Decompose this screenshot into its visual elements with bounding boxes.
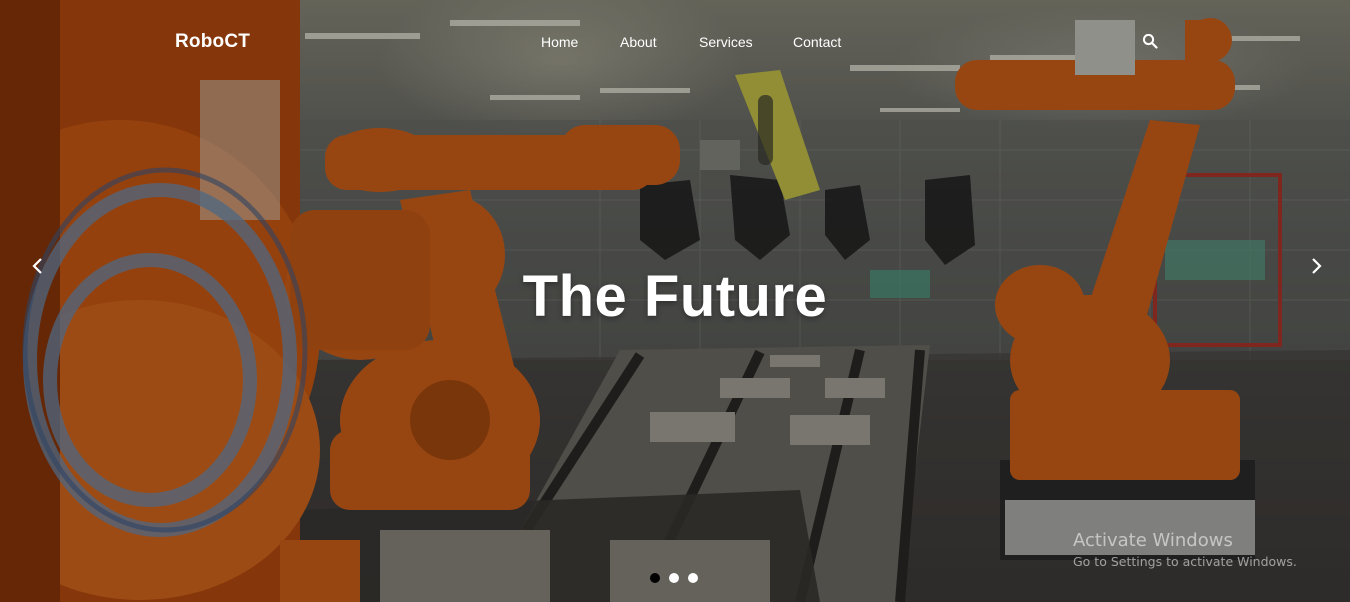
chevron-left-icon [32,258,42,274]
nav-link-services[interactable]: Services [699,34,753,50]
nav-link-home[interactable]: Home [541,34,578,50]
watermark-title: Activate Windows [1073,530,1233,551]
carousel-next-button[interactable] [1304,254,1328,278]
top-navbar: RoboCT Home About Services Contact [0,0,1350,84]
nav-link-about[interactable]: About [620,34,657,50]
carousel-prev-button[interactable] [26,254,50,278]
carousel-indicator-1[interactable] [650,573,660,583]
hero-carousel: RoboCT Home About Services Contact The F… [0,0,1350,602]
carousel-indicator-3[interactable] [688,573,698,583]
carousel-indicator-2[interactable] [669,573,679,583]
search-button[interactable] [1142,33,1160,51]
watermark-subtitle: Go to Settings to activate Windows. [1073,554,1297,569]
nav-link-contact[interactable]: Contact [793,34,841,50]
windows-activation-watermark: Activate Windows Go to Settings to activ… [1073,530,1297,569]
search-icon [1142,33,1158,49]
chevron-right-icon [1312,258,1322,274]
carousel-indicators [648,573,708,585]
carousel-headline: The Future [522,264,828,329]
